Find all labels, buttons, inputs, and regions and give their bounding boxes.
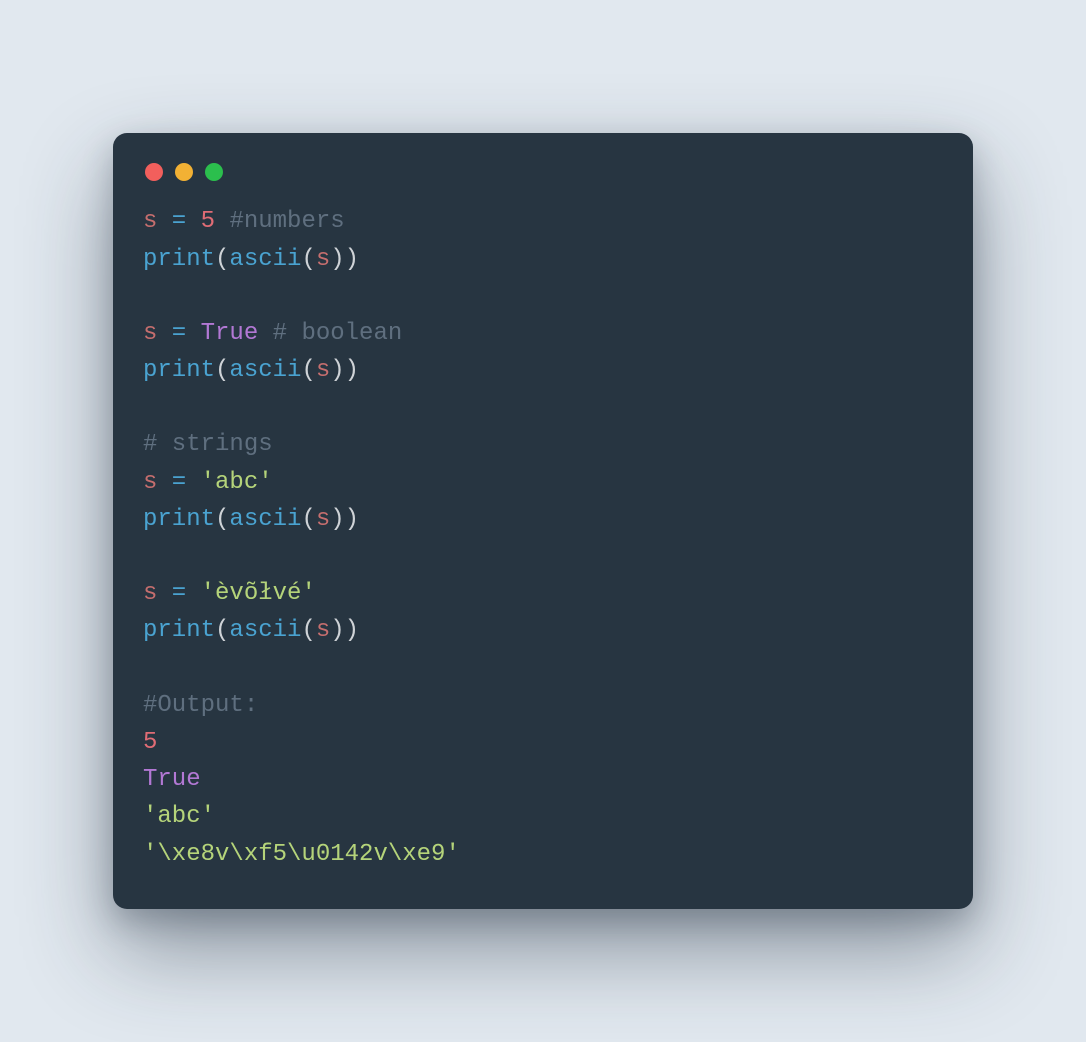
token-function: print [143,246,215,273]
code-line: s = 5 #numbers [143,208,345,235]
code-line: #Output: [143,692,258,719]
token-string: '\xe8v\xf5\u0142v\xe9' [143,841,460,868]
token-function: ascii [229,506,301,533]
token-operator: = [157,580,200,607]
token-comment: #numbers [229,208,344,235]
token-number: 5 [143,729,157,756]
token-comment: #Output: [143,692,258,719]
zoom-icon[interactable] [205,163,223,181]
token-paren: ) [330,246,344,273]
token-paren: ) [345,617,359,644]
code-line: # strings [143,431,273,458]
token-variable: s [316,506,330,533]
stage: s = 5 #numbers print(ascii(s)) s = True … [0,0,1086,1042]
code-line: s = 'abc' [143,469,273,496]
token-string: 'abc' [201,469,273,496]
token-paren: ( [301,506,315,533]
token-paren: ( [301,357,315,384]
code-line: s = 'èvõłvé' [143,580,316,607]
token-operator: = [157,320,200,347]
code-line: 'abc' [143,803,215,830]
token-variable: s [316,246,330,273]
titlebar [143,159,943,189]
token-variable: s [316,357,330,384]
token-paren: ) [345,506,359,533]
token-space [215,208,229,235]
token-variable: s [316,617,330,644]
code-block: s = 5 #numbers print(ascii(s)) s = True … [143,189,943,872]
token-keyword: True [201,320,259,347]
code-line: s = True # boolean [143,320,402,347]
token-variable: s [143,580,157,607]
editor-window: s = 5 #numbers print(ascii(s)) s = True … [113,133,973,908]
token-space [258,320,272,347]
code-line: True [143,766,201,793]
token-function: ascii [229,357,301,384]
code-line: print(ascii(s)) [143,357,359,384]
token-comment: # boolean [273,320,403,347]
code-line: print(ascii(s)) [143,506,359,533]
token-keyword: True [143,766,201,793]
minimize-icon[interactable] [175,163,193,181]
token-paren: ) [345,357,359,384]
code-line: print(ascii(s)) [143,617,359,644]
token-paren: ( [301,246,315,273]
token-number: 5 [201,208,215,235]
token-paren: ( [301,617,315,644]
token-string: 'abc' [143,803,215,830]
token-paren: ( [215,357,229,384]
token-function: print [143,357,215,384]
token-comment: # strings [143,431,273,458]
token-paren: ( [215,617,229,644]
code-line: 5 [143,729,157,756]
token-paren: ( [215,506,229,533]
token-paren: ) [345,246,359,273]
token-string: 'èvõłvé' [201,580,316,607]
token-paren: ) [330,617,344,644]
code-line: '\xe8v\xf5\u0142v\xe9' [143,841,460,868]
token-variable: s [143,469,157,496]
token-variable: s [143,320,157,347]
code-line: print(ascii(s)) [143,246,359,273]
token-paren: ) [330,357,344,384]
token-function: print [143,506,215,533]
token-function: ascii [229,246,301,273]
token-operator: = [157,208,200,235]
token-function: ascii [229,617,301,644]
close-icon[interactable] [145,163,163,181]
token-operator: = [157,469,200,496]
token-paren: ) [330,506,344,533]
token-paren: ( [215,246,229,273]
token-function: print [143,617,215,644]
token-variable: s [143,208,157,235]
